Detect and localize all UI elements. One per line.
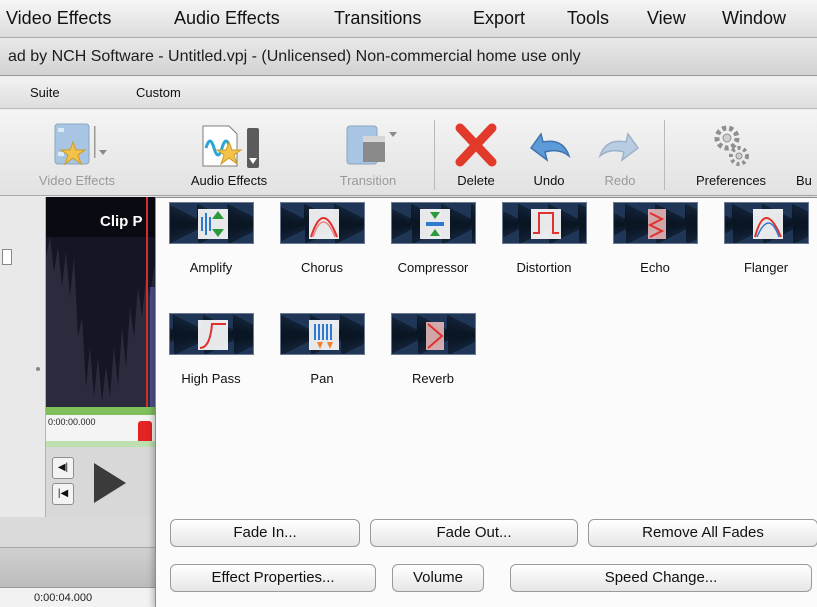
transition-label: Transition: [339, 173, 397, 188]
step-back-button[interactable]: ◀|: [52, 457, 74, 479]
effect-item-high-pass[interactable]: High Pass: [165, 309, 257, 386]
audio-effects-label: Audio Effects: [190, 173, 268, 188]
menu-transitions[interactable]: Transitions: [334, 8, 421, 29]
effect-label: Compressor: [397, 260, 469, 275]
effect-label: Amplify: [189, 260, 233, 275]
chorus-icon: [280, 202, 365, 244]
panel-dot: [36, 367, 40, 371]
undo-icon: [529, 132, 571, 162]
preview-timecode: 0:00:00.000: [48, 417, 96, 427]
toolbar-separator: [434, 120, 435, 190]
clip-preview: Clip P: [46, 197, 158, 407]
truncated-toolbar-button[interactable]: Bu: [790, 110, 817, 196]
gears-icon: [714, 125, 749, 166]
delete-button[interactable]: Delete: [446, 110, 506, 196]
menu-audio-effects[interactable]: Audio Effects: [174, 8, 280, 29]
effect-item-pan[interactable]: Pan: [276, 309, 368, 386]
tab-suite[interactable]: Suite: [30, 85, 60, 100]
undo-button[interactable]: Undo: [514, 110, 584, 196]
fade-in-button[interactable]: Fade In...: [170, 519, 360, 547]
menu-window[interactable]: Window: [722, 8, 786, 29]
redo-label: Redo: [604, 173, 636, 188]
video-effects-label: Video Effects: [38, 173, 116, 188]
effect-item-reverb[interactable]: Reverb: [387, 309, 479, 386]
redo-button[interactable]: Redo: [590, 110, 650, 196]
redo-icon: [598, 132, 640, 162]
high-pass-icon: [169, 313, 254, 355]
left-panel: [0, 197, 46, 517]
effect-item-echo[interactable]: Echo: [609, 198, 701, 275]
menu-view[interactable]: View: [647, 8, 686, 29]
distortion-icon: [502, 202, 587, 244]
audio-effects-icon: [202, 125, 259, 168]
transition-button[interactable]: Transition: [318, 110, 418, 196]
ruler-timecode: 0:00:04.000: [34, 592, 93, 604]
video-effects-button[interactable]: Video Effects: [18, 110, 136, 196]
transport-controls: ◀| |◀: [46, 447, 158, 517]
delete-icon: [455, 123, 497, 167]
compressor-icon: [391, 202, 476, 244]
volume-button[interactable]: Volume: [392, 564, 484, 592]
truncated-toolbar-label: Bu: [796, 173, 812, 188]
menu-export[interactable]: Export: [473, 8, 525, 29]
window-title: ad by NCH Software - Untitled.vpj - (Unl…: [8, 48, 581, 65]
timeline-progress: [46, 407, 158, 415]
effect-item-compressor[interactable]: Compressor: [387, 198, 479, 275]
preferences-label: Preferences: [695, 173, 767, 188]
suite-tab-bar: Suite Custom: [0, 77, 817, 109]
left-panel-control[interactable]: [2, 249, 12, 265]
effect-label: Reverb: [412, 371, 454, 386]
clip-preview-title: Clip P: [100, 213, 143, 230]
reverb-icon: [391, 313, 476, 355]
echo-icon: [613, 202, 698, 244]
remove-all-fades-button[interactable]: Remove All Fades: [588, 519, 817, 547]
effect-item-amplify[interactable]: Amplify: [165, 198, 257, 275]
menu-video-effects[interactable]: Video Effects: [6, 8, 111, 29]
fade-out-button[interactable]: Fade Out...: [370, 519, 578, 547]
effect-label: Distortion: [516, 260, 572, 275]
speed-change-button[interactable]: Speed Change...: [510, 564, 812, 592]
preview-timeline: 0:00:00.000: [46, 407, 158, 447]
effect-label: Pan: [310, 371, 334, 386]
main-toolbar: Video Effects Audio Effects Transition D…: [0, 110, 817, 196]
tab-custom[interactable]: Custom: [136, 85, 181, 100]
video-effects-icon: [54, 123, 107, 166]
audio-effects-popup: Amplify Chorus Compressor Distortion Echo Fla…: [155, 197, 817, 607]
effect-item-flanger[interactable]: Flanger: [720, 198, 812, 275]
pan-icon: [280, 313, 365, 355]
flanger-icon: [724, 202, 809, 244]
amplify-icon: [169, 202, 254, 244]
effect-item-chorus[interactable]: Chorus: [276, 198, 368, 275]
effect-label: High Pass: [181, 371, 241, 386]
go-to-start-button[interactable]: |◀: [52, 483, 74, 505]
effect-label: Chorus: [301, 260, 343, 275]
audio-effects-button[interactable]: Audio Effects: [170, 110, 288, 196]
play-icon[interactable]: [90, 461, 130, 505]
delete-label: Delete: [457, 173, 495, 188]
toolbar-separator: [664, 120, 665, 190]
undo-label: Undo: [533, 173, 565, 188]
effect-label: Echo: [640, 260, 670, 275]
effect-properties-button[interactable]: Effect Properties...: [170, 564, 376, 592]
menu-bar: Video Effects Audio Effects Transitions …: [0, 0, 817, 38]
menu-tools[interactable]: Tools: [567, 8, 609, 29]
effect-label: Flanger: [743, 260, 789, 275]
window-title-bar: ad by NCH Software - Untitled.vpj - (Unl…: [0, 38, 817, 76]
transition-icon: [346, 125, 397, 165]
effect-item-distortion[interactable]: Distortion: [498, 198, 590, 275]
preferences-button[interactable]: Preferences: [676, 110, 786, 196]
